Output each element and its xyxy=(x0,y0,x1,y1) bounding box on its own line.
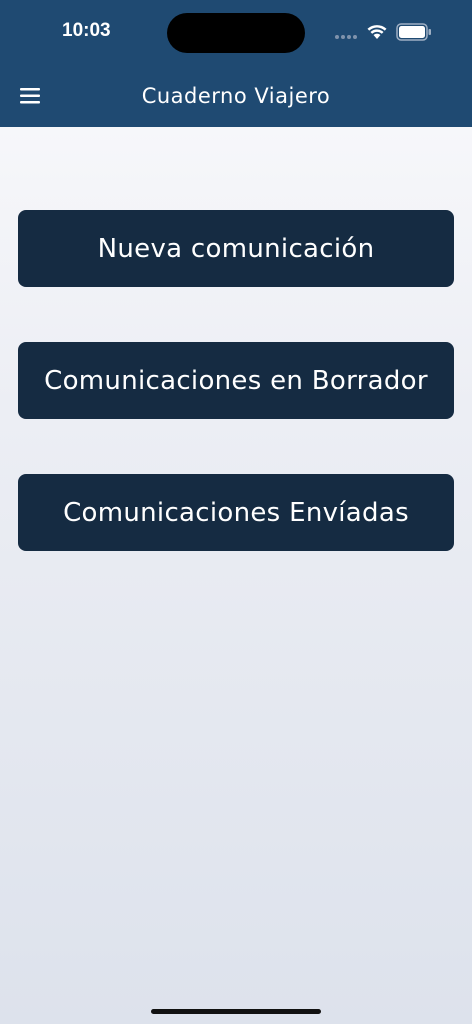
status-bar: 10:03 xyxy=(0,0,472,64)
draft-communications-button[interactable]: Comunicaciones en Borrador xyxy=(18,342,454,419)
signal-icon xyxy=(335,35,359,41)
home-indicator[interactable] xyxy=(151,1009,321,1014)
dynamic-island xyxy=(167,13,305,53)
nav-bar: Cuaderno Viajero xyxy=(0,64,472,127)
page-title: Cuaderno Viajero xyxy=(141,84,331,108)
status-time: 10:03 xyxy=(62,20,111,41)
app-header: 10:03 Cuaderno Viajero xyxy=(0,0,472,127)
battery-icon xyxy=(396,23,431,41)
wifi-icon xyxy=(367,25,387,39)
action-list: Nueva comunicación Comunicaciones en Bor… xyxy=(18,210,454,606)
sent-communications-button[interactable]: Comunicaciones Envíadas xyxy=(18,474,454,551)
new-communication-button[interactable]: Nueva comunicación xyxy=(18,210,454,287)
